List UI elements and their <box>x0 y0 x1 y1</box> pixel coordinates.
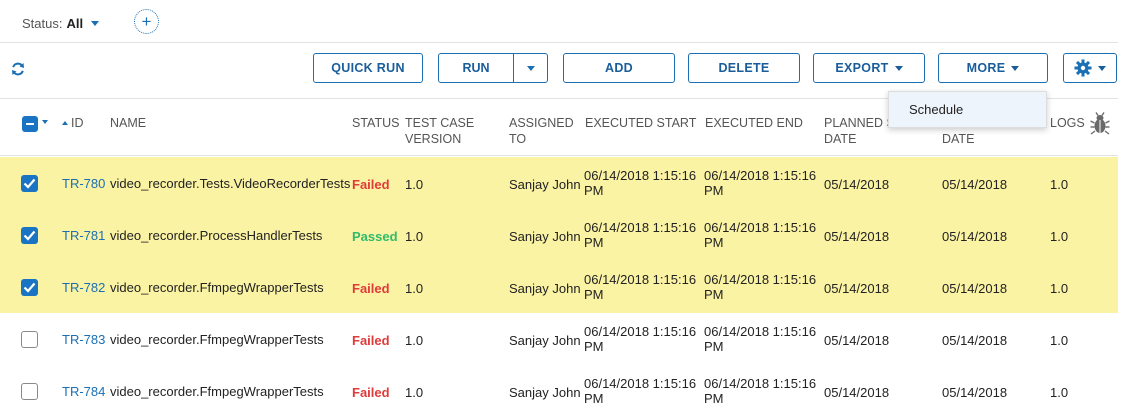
row-checkbox[interactable] <box>21 383 38 400</box>
table-row[interactable]: TR-784 video_recorder.FfmpegWrapperTests F… <box>0 365 1118 417</box>
row-executed-end: 06/14/2018 1:15:16 PM <box>704 168 817 198</box>
column-header-logs[interactable]: LOGS <box>1050 115 1085 131</box>
chevron-down-icon[interactable] <box>42 120 48 124</box>
column-header-executed-end[interactable]: EXECUTED END <box>705 115 803 131</box>
export-button[interactable]: EXPORT <box>813 53 925 83</box>
row-version: 1.0 <box>405 281 424 296</box>
row-executed-start: 06/14/2018 1:15:16 PM <box>584 272 697 302</box>
run-button[interactable]: RUN <box>439 54 514 82</box>
row-id-link[interactable]: TR-780 <box>62 176 105 191</box>
status-badge: Failed <box>352 333 390 348</box>
chevron-down-icon <box>1098 65 1106 71</box>
table-row[interactable]: TR-782 video_recorder.FfmpegWrapperTests F… <box>0 261 1118 313</box>
bug-icon <box>1090 112 1110 135</box>
row-assigned: Sanjay John <box>509 385 581 400</box>
more-button[interactable]: MORE <box>938 53 1048 83</box>
column-header-assigned[interactable]: ASSIGNED TO <box>509 115 574 147</box>
row-logs: 1.0 <box>1050 385 1069 400</box>
chevron-down-icon <box>1011 65 1020 71</box>
row-executed-start: 06/14/2018 1:15:16 PM <box>584 376 697 406</box>
column-header-status[interactable]: STATUS <box>352 115 399 131</box>
column-header-id[interactable]: ID <box>62 115 84 131</box>
row-logs: 1.0 <box>1050 229 1069 244</box>
row-assigned: Sanjay John <box>509 281 581 296</box>
row-version: 1.0 <box>405 229 424 244</box>
run-options-button[interactable] <box>514 54 547 82</box>
column-header-name[interactable]: NAME <box>110 115 146 131</box>
status-badge: Failed <box>352 177 390 192</box>
refresh-icon[interactable] <box>10 61 26 77</box>
row-planned-end: 05/14/2018 <box>942 281 1008 296</box>
export-label: EXPORT <box>835 61 889 75</box>
select-all-checkbox[interactable] <box>22 116 38 132</box>
row-checkbox[interactable] <box>21 279 38 296</box>
column-header-executed-start[interactable]: EXECUTED START <box>585 115 696 131</box>
more-label: MORE <box>966 61 1006 75</box>
column-header-planned-start[interactable]: PLANNED S DATE <box>824 115 895 147</box>
row-name: video_recorder.ProcessHandlerTests <box>110 228 323 243</box>
row-executed-start: 06/14/2018 1:15:16 PM <box>584 324 697 354</box>
row-logs: 1.0 <box>1050 333 1069 348</box>
delete-button[interactable]: DELETE <box>688 53 800 83</box>
row-planned-start: 05/14/2018 <box>824 177 890 192</box>
row-name: video_recorder.FfmpegWrapperTests <box>110 280 324 295</box>
column-header-version[interactable]: TEST CASE VERSION <box>405 115 474 147</box>
row-logs: 1.0 <box>1050 177 1069 192</box>
row-executed-start: 06/14/2018 1:15:16 PM <box>584 220 697 250</box>
row-assigned: Sanjay John <box>509 177 581 192</box>
menu-item-schedule[interactable]: Schedule <box>889 92 1046 127</box>
row-planned-start: 05/14/2018 <box>824 333 890 348</box>
quick-run-button[interactable]: QUICK RUN <box>313 53 423 83</box>
status-badge: Failed <box>352 281 390 296</box>
gear-icon <box>1074 59 1092 77</box>
status-badge: Failed <box>352 385 390 400</box>
row-name: video_recorder.Tests.VideoRecorderTests <box>110 176 351 191</box>
table-row[interactable]: TR-780 video_recorder.Tests.VideoRecorder… <box>0 157 1118 209</box>
row-planned-start: 05/14/2018 <box>824 229 890 244</box>
row-planned-start: 05/14/2018 <box>824 281 890 296</box>
row-planned-start: 05/14/2018 <box>824 385 890 400</box>
row-assigned: Sanjay John <box>509 333 581 348</box>
table-row[interactable]: TR-781 video_recorder.ProcessHandlerTests… <box>0 209 1118 261</box>
row-planned-end: 05/14/2018 <box>942 177 1008 192</box>
row-version: 1.0 <box>405 333 424 348</box>
row-checkbox[interactable] <box>21 227 38 244</box>
row-id-link[interactable]: TR-781 <box>62 228 105 243</box>
row-name: video_recorder.FfmpegWrapperTests <box>110 332 324 347</box>
row-name: video_recorder.FfmpegWrapperTests <box>110 384 324 399</box>
status-filter-dropdown[interactable]: Status: All <box>22 16 100 31</box>
row-id-link[interactable]: TR-784 <box>62 384 105 399</box>
status-filter-value: All <box>66 16 84 31</box>
row-assigned: Sanjay John <box>509 229 581 244</box>
chevron-down-icon <box>894 65 903 71</box>
row-planned-end: 05/14/2018 <box>942 385 1008 400</box>
row-logs: 1.0 <box>1050 281 1069 296</box>
more-dropdown-menu: Schedule <box>888 91 1047 128</box>
row-planned-end: 05/14/2018 <box>942 229 1008 244</box>
settings-button[interactable] <box>1063 53 1117 83</box>
add-button[interactable]: ADD <box>563 53 675 83</box>
row-planned-end: 05/14/2018 <box>942 333 1008 348</box>
run-split-button: RUN <box>438 53 548 83</box>
row-checkbox[interactable] <box>21 331 38 348</box>
row-executed-end: 06/14/2018 1:15:16 PM <box>704 324 817 354</box>
row-executed-end: 06/14/2018 1:15:16 PM <box>704 376 817 406</box>
status-filter-label: Status: <box>22 16 63 31</box>
row-id-link[interactable]: TR-782 <box>62 280 105 295</box>
sort-ascending-icon <box>62 121 68 125</box>
row-executed-end: 06/14/2018 1:15:16 PM <box>704 220 817 250</box>
table-row[interactable]: TR-783 video_recorder.FfmpegWrapperTests F… <box>0 313 1118 365</box>
add-filter-button[interactable]: + <box>134 9 159 34</box>
chevron-down-icon <box>526 65 535 71</box>
status-badge: Passed <box>352 229 398 244</box>
row-id-link[interactable]: TR-783 <box>62 332 105 347</box>
row-executed-end: 06/14/2018 1:15:16 PM <box>704 272 817 302</box>
row-executed-start: 06/14/2018 1:15:16 PM <box>584 168 697 198</box>
row-version: 1.0 <box>405 385 424 400</box>
row-checkbox[interactable] <box>21 175 38 192</box>
filter-bar: Status: All + <box>0 0 1118 43</box>
chevron-down-icon <box>91 21 100 26</box>
row-version: 1.0 <box>405 177 424 192</box>
